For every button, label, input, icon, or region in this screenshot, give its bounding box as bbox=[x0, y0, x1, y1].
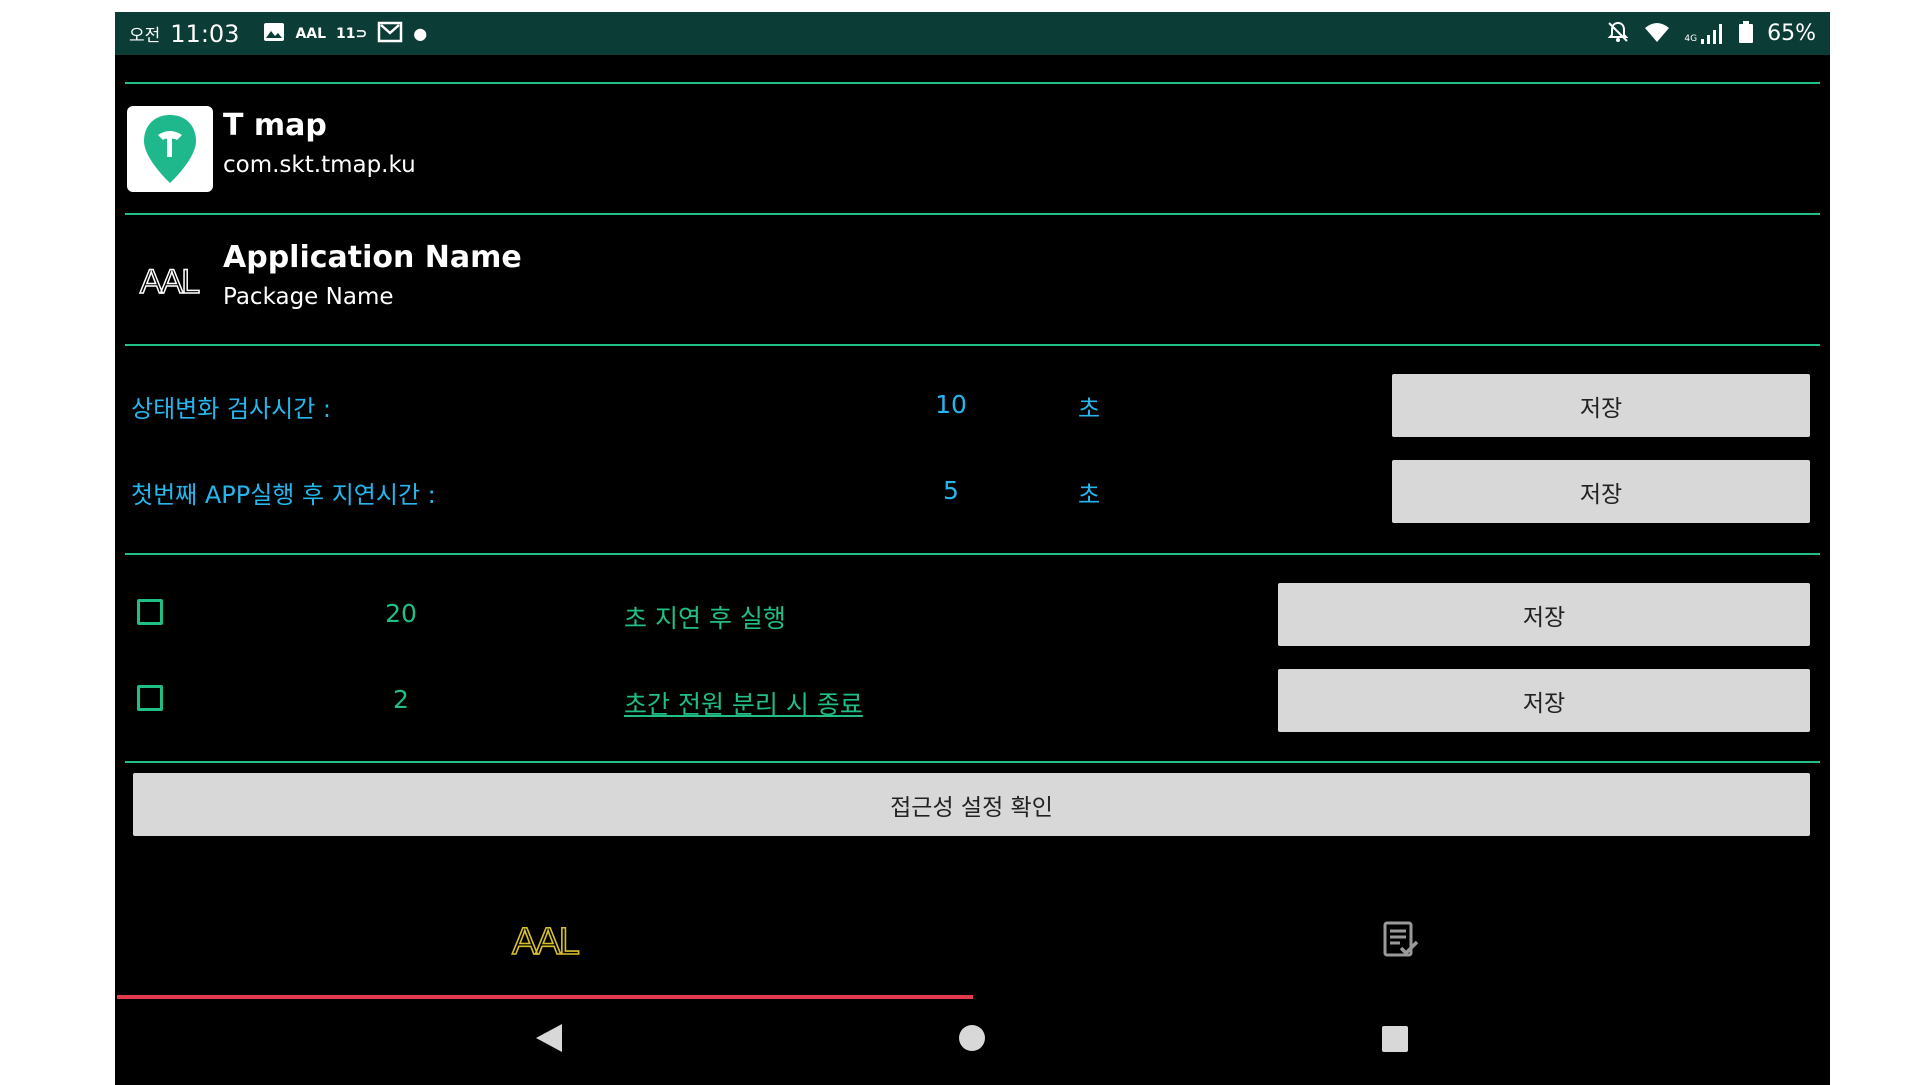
active-tab-indicator bbox=[117, 995, 973, 999]
check-interval-value[interactable]: 10 bbox=[911, 390, 991, 419]
check-interval-label: 상태변화 검사시간 : bbox=[131, 395, 331, 423]
status-bar-left: 오전 11:03 AAL 11⊃ ● bbox=[129, 12, 427, 55]
accessibility-check-button[interactable]: 접근성 설정 확인 bbox=[133, 773, 1810, 836]
status-time: 11:03 bbox=[170, 19, 240, 48]
device-screen: 오전 11:03 AAL 11⊃ ● 4G 65% T map com.skt.… bbox=[115, 12, 1830, 1085]
first-delay-unit: 초 bbox=[1078, 481, 1101, 509]
aal-tab-logo: AAL bbox=[511, 920, 580, 964]
aal-tab[interactable]: AAL bbox=[117, 907, 973, 977]
first-delay-value[interactable]: 5 bbox=[911, 476, 991, 505]
divider bbox=[125, 213, 1820, 215]
aal-logo: AAL bbox=[139, 262, 201, 302]
battery-icon bbox=[1739, 20, 1754, 47]
battery-percent: 65% bbox=[1767, 21, 1816, 46]
self-app-title: Application Name bbox=[223, 240, 522, 275]
gallery-notification-icon bbox=[263, 22, 285, 46]
nav-recents-button[interactable] bbox=[1381, 1025, 1409, 1057]
checklist-icon bbox=[1382, 921, 1420, 963]
delayed-run-value[interactable]: 20 bbox=[361, 599, 441, 628]
self-app-package: Package Name bbox=[223, 284, 394, 310]
more-notifications-dot-icon: ● bbox=[413, 24, 428, 43]
nav-home-button[interactable] bbox=[958, 1024, 986, 1056]
status-bar-right: 4G 65% bbox=[1606, 12, 1816, 55]
wifi-icon bbox=[1644, 21, 1670, 47]
signal-icon: 4G bbox=[1684, 23, 1725, 44]
tmap-pin-icon bbox=[127, 106, 213, 192]
divider bbox=[125, 553, 1820, 555]
selected-app-package: com.skt.tmap.ku bbox=[223, 152, 416, 178]
divider bbox=[125, 82, 1820, 84]
power-off-exit-save-button[interactable]: 저장 bbox=[1278, 669, 1810, 732]
first-delay-save-button[interactable]: 저장 bbox=[1392, 460, 1810, 523]
aal-notification-icon: AAL bbox=[295, 25, 327, 42]
status-ampm: 오전 bbox=[129, 26, 161, 46]
mute-notifications-icon bbox=[1606, 20, 1630, 48]
mail-notification-icon bbox=[377, 21, 403, 47]
check-interval-unit: 초 bbox=[1078, 395, 1101, 423]
power-off-exit-checkbox[interactable] bbox=[137, 685, 163, 711]
delayed-run-label: 초 지연 후 실행 bbox=[624, 604, 786, 633]
divider bbox=[125, 761, 1820, 763]
checklist-tab[interactable] bbox=[973, 907, 1828, 977]
power-off-exit-value[interactable]: 2 bbox=[361, 685, 441, 714]
self-app-row: AAL Application Name Package Name bbox=[125, 232, 1820, 332]
selected-app-row[interactable]: T map com.skt.tmap.ku bbox=[125, 100, 1820, 200]
delayed-run-checkbox[interactable] bbox=[137, 599, 163, 625]
number-notification-icon: 11⊃ bbox=[336, 25, 368, 42]
nav-back-button[interactable] bbox=[534, 1022, 564, 1058]
first-delay-label: 첫번째 APP실행 후 지연시간 : bbox=[131, 481, 436, 509]
delayed-run-save-button[interactable]: 저장 bbox=[1278, 583, 1810, 646]
check-interval-save-button[interactable]: 저장 bbox=[1392, 374, 1810, 437]
power-off-exit-label[interactable]: 초간 전원 분리 시 종료 bbox=[624, 685, 863, 721]
divider bbox=[125, 344, 1820, 346]
status-bar: 오전 11:03 AAL 11⊃ ● 4G 65% bbox=[115, 12, 1830, 55]
selected-app-title: T map bbox=[223, 108, 327, 143]
